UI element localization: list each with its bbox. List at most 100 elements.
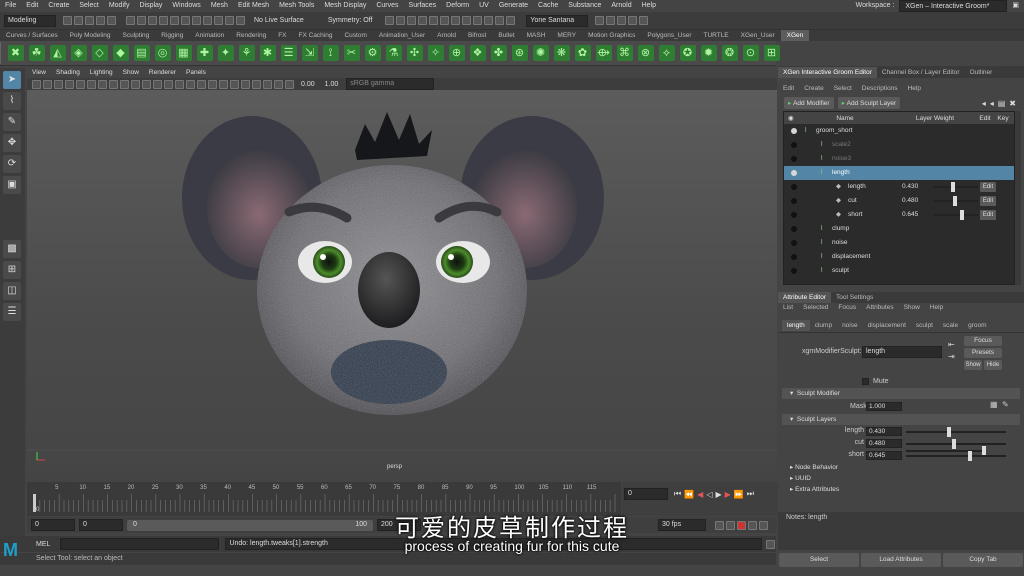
lock-selection-icon[interactable] [159, 16, 168, 25]
menu-edit[interactable]: Edit [21, 0, 43, 12]
texture-icon[interactable] [506, 16, 516, 25]
menu-cache[interactable]: Cache [533, 0, 563, 12]
stack-row-noise3[interactable]: ⌇ noise3 [784, 152, 1014, 166]
section-uuid[interactable]: ▸ UUID [782, 473, 1020, 484]
visibility-toggle-icon[interactable] [791, 156, 797, 162]
menu-windows[interactable]: Windows [167, 0, 205, 12]
go-to-end-icon[interactable]: ⏭ [747, 489, 754, 499]
backface-icon[interactable] [285, 79, 294, 89]
rotate-tool-icon[interactable]: ⟳ [3, 155, 21, 173]
visibility-toggle-icon[interactable] [791, 268, 797, 274]
sculpt-layers-section[interactable]: ▾ Sculpt Layers [782, 414, 1020, 425]
depth-of-field-icon[interactable] [241, 79, 250, 89]
stack-row-short[interactable]: ◆ short 0.645 Edit [784, 208, 1014, 222]
channel-box-icon[interactable] [606, 16, 616, 25]
xgen-shelf-tool-icon[interactable]: ⚗ [385, 45, 402, 61]
menu-mesh-tools[interactable]: Mesh Tools [274, 0, 319, 12]
ae-menu-focus[interactable]: Focus [833, 302, 861, 313]
current-frame-field[interactable]: 0 [624, 488, 668, 500]
step-forward-key-icon[interactable]: ⏩ [734, 490, 744, 499]
perspective-viewport[interactable]: persp [27, 90, 777, 472]
xgen-shelf-tool-icon[interactable]: ✤ [490, 45, 507, 61]
xgen-shelf-tool-icon[interactable]: ✂ [343, 45, 360, 61]
live-surface[interactable]: No Live Surface [254, 17, 304, 24]
shelf-tab-curves-surfaces[interactable]: Curves / Surfaces [0, 30, 64, 41]
visibility-toggle-icon[interactable] [791, 170, 797, 176]
node-tab-groom[interactable]: groom [963, 320, 991, 331]
mute-checkbox[interactable] [862, 378, 869, 385]
xgen-shelf-tool-icon[interactable]: ⟴ [595, 45, 612, 61]
sculpt-modifier-section[interactable]: ▾ Sculpt Modifier [782, 388, 1020, 399]
gate-mask-icon[interactable] [98, 79, 107, 89]
node-tab-noise[interactable]: noise [837, 320, 863, 331]
render-settings-icon[interactable] [407, 16, 417, 25]
stack-row-groom_short[interactable]: ⌇ groom_short [784, 124, 1014, 138]
show-button[interactable]: Show [964, 360, 982, 370]
shelf-tab-custom[interactable]: Custom [338, 30, 372, 41]
viewport-menu-renderer[interactable]: Renderer [144, 68, 181, 78]
select-button[interactable]: Select [779, 553, 859, 567]
xgen-shelf-tool-icon[interactable]: ⌘ [616, 45, 633, 61]
shelf-tab-poly-modeling[interactable]: Poly Modeling [64, 30, 117, 41]
gamma-field[interactable]: 1.00 [325, 81, 339, 88]
select-object-icon[interactable] [137, 16, 146, 25]
brush-icon[interactable]: ✎ [1002, 400, 1009, 409]
snap-grid-icon[interactable] [192, 16, 201, 25]
layer-weight-value[interactable]: 0.480 [902, 194, 918, 208]
groom-menu-select[interactable]: Select [829, 83, 857, 94]
xgen-shelf-tool-icon[interactable]: ⟟ [322, 45, 339, 61]
undo-icon[interactable] [96, 16, 105, 25]
sculpt-layer-slider[interactable] [906, 439, 1006, 449]
xgen-shelf-tool-icon[interactable]: ✺ [532, 45, 549, 61]
visibility-toggle-icon[interactable] [791, 226, 797, 232]
ae-menu-selected[interactable]: Selected [798, 302, 833, 313]
ae-menu-help[interactable]: Help [925, 302, 948, 313]
paint-select-icon[interactable]: ✎ [3, 113, 21, 131]
menu-uv[interactable]: UV [474, 0, 494, 12]
groom-menu-help[interactable]: Help [903, 83, 926, 94]
groom-menu-create[interactable]: Create [799, 83, 829, 94]
arnold-render-icon[interactable] [429, 16, 439, 25]
image-plane-icon[interactable] [54, 79, 63, 89]
xgen-shelf-tool-icon[interactable]: ✿ [574, 45, 591, 61]
viewport-menu-view[interactable]: View [27, 68, 51, 78]
use-all-lights-icon[interactable] [186, 79, 195, 89]
xgen-shelf-tool-icon[interactable]: ◭ [49, 45, 66, 61]
menu-file[interactable]: File [0, 0, 21, 12]
shelf-tab-rigging[interactable]: Rigging [155, 30, 189, 41]
attribute-editor-icon[interactable] [617, 16, 627, 25]
lasso-tool-icon[interactable]: ⌇ [3, 92, 21, 110]
modeling-toolkit-icon[interactable] [639, 16, 649, 25]
menu-deform[interactable]: Deform [441, 0, 474, 12]
layer-edit-button[interactable]: Edit [980, 210, 996, 220]
step-back-frame-icon[interactable]: ◀ [697, 490, 703, 499]
move-down-icon[interactable]: ◂ [990, 99, 994, 108]
xgen-shelf-tool-icon[interactable]: ✧ [427, 45, 444, 61]
sculpt-layer-field[interactable]: 0.430 [866, 427, 902, 436]
go-to-start-icon[interactable]: ⏮ [674, 489, 681, 499]
sculpt-layer-slider-knob[interactable] [952, 439, 957, 449]
xgen-shelf-tool-icon[interactable]: ☰ [280, 45, 297, 61]
shelf-tab-mash[interactable]: MASH [521, 30, 552, 41]
xgen-shelf-tool-icon[interactable]: ⊙ [742, 45, 759, 61]
persp-outliner-layout-icon[interactable]: ◫ [3, 282, 21, 300]
tool-settings-icon[interactable] [628, 16, 638, 25]
visibility-toggle-icon[interactable] [791, 142, 797, 148]
shelf-tab-bullet[interactable]: Bullet [492, 30, 520, 41]
step-forward-frame-icon[interactable]: ▶ [725, 490, 731, 499]
xgen-shelf-tool-icon[interactable]: ✚ [196, 45, 213, 61]
xray-joints-icon[interactable] [274, 79, 283, 89]
viewport-menu-panels[interactable]: Panels [181, 68, 211, 78]
shelf-tab-fx[interactable]: FX [272, 30, 292, 41]
stack-row-length[interactable]: ⌇ length [784, 166, 1014, 180]
panel-toggle-icon[interactable] [595, 16, 605, 25]
shelf-tab-arnold[interactable]: Arnold [431, 30, 462, 41]
xgen-shelf-tool-icon[interactable]: ⊗ [637, 45, 654, 61]
visibility-toggle-icon[interactable] [791, 254, 797, 260]
smooth-shade-icon[interactable] [153, 79, 162, 89]
xgen-shelf-tool-icon[interactable]: ⟡ [658, 45, 675, 61]
xray-icon[interactable] [263, 79, 272, 89]
safe-title-icon[interactable] [131, 79, 140, 89]
xgen-shelf-tool-icon[interactable]: ⚘ [238, 45, 255, 61]
default-material-icon[interactable] [164, 79, 173, 89]
